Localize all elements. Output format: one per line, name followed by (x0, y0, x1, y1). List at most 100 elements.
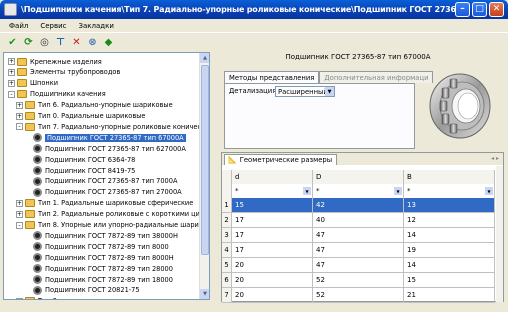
maximize-button[interactable]: □ (472, 2, 487, 17)
chevron-down-icon[interactable]: ▼ (394, 187, 402, 195)
tree-item[interactable]: Подшипник ГОСТ 7872-89 тип 8000Н (24, 252, 174, 263)
table-cell[interactable]: 15 (232, 198, 313, 213)
tree-item[interactable]: Подшипник ГОСТ 27365-87 тип 27000А (24, 187, 182, 198)
binoculars-icon[interactable]: ◎ (38, 36, 51, 49)
tree-item[interactable]: + Тип 6. Радиально-упорные шариковые (16, 100, 173, 111)
shield-icon[interactable]: ◆ (102, 36, 115, 49)
tree-item[interactable]: + Тип 2. Радиальные роликовые с короткими… (16, 209, 200, 220)
collapse-icon[interactable]: - (8, 90, 15, 98)
refresh-icon[interactable]: ⟳ (22, 36, 35, 49)
tree-item[interactable]: Подшипник ГОСТ 27365-87 тип 7000А (24, 176, 177, 187)
table-cell[interactable]: 14 (404, 258, 495, 273)
tab-additional-info[interactable]: Дополнительная информаци (319, 71, 434, 83)
table-cell[interactable]: 40 (313, 213, 404, 228)
menu-service[interactable]: Сервис (34, 22, 72, 30)
tree-item[interactable]: Подшипник ГОСТ 27365-87 тип 67000А (24, 132, 186, 143)
tree-item[interactable]: Подшипник ГОСТ 7872-89 тип 28000 (24, 263, 173, 274)
tree-item-label: Тип 7. Радиально-упорные роликовые конич… (38, 122, 200, 131)
expand-icon[interactable]: + (16, 297, 23, 299)
tab-nav-arrows[interactable]: ◂ ▸ (491, 155, 499, 162)
table-cell[interactable]: 17 (232, 243, 313, 258)
tree-item[interactable]: + Элементы трубопроводов (8, 67, 120, 78)
expand-icon[interactable]: + (8, 58, 15, 65)
table-cell[interactable]: 20 (232, 273, 313, 288)
tree-item[interactable]: Подшипник ГОСТ 27365-87 тип 627000А (24, 143, 186, 154)
chevron-down-icon[interactable]: ▼ (325, 87, 334, 96)
table-cell[interactable]: 20 (232, 258, 313, 273)
menu-bookmarks[interactable]: Закладки (73, 22, 120, 30)
table-cell[interactable]: 19 (404, 243, 495, 258)
column-header-B[interactable]: B (404, 170, 495, 185)
tree-item[interactable]: - Подшипники качения (8, 89, 106, 100)
table-cell[interactable]: 47 (313, 258, 404, 273)
table-cell[interactable]: 17 (232, 213, 313, 228)
table-cell[interactable]: 42 (313, 198, 404, 213)
table-row[interactable]: 5 20 47 14 (222, 258, 503, 273)
expand-icon[interactable]: + (16, 101, 23, 109)
collapse-icon[interactable]: - (16, 123, 23, 131)
filter-cell[interactable]: * ▼ (404, 184, 495, 199)
tree-item-label: Подшипник ГОСТ 7872-89 тип 8000Н (45, 253, 174, 262)
bearing-icon (33, 264, 42, 274)
tree-item[interactable]: Подшипник ГОСТ 7872-89 тип 18000 (24, 274, 173, 285)
expand-icon[interactable]: + (16, 210, 23, 218)
tree-item[interactable]: Подшипник ГОСТ 20821-75 (24, 285, 140, 296)
tree-item[interactable]: Подшипник ГОСТ 7872-89 тип 38000Н (24, 230, 178, 241)
tree-item[interactable]: Подшипник ГОСТ 7872-89 тип 8000 (24, 241, 169, 252)
table-cell[interactable]: 21 (404, 288, 495, 303)
tree-content: + Крепежные изделия + Элементы трубопроводо… (4, 53, 200, 299)
table-cell[interactable]: 20 (232, 288, 313, 303)
bearing-icon[interactable]: ⊗ (86, 36, 99, 49)
detail-select[interactable]: Расширенный ▼ (275, 86, 335, 97)
scroll-down-icon[interactable]: ▼ (200, 289, 209, 299)
filter-cell[interactable]: * ▼ (232, 184, 313, 199)
tree-item[interactable]: - Тип 7. Радиально-упорные роликовые кони… (16, 121, 200, 132)
table-row[interactable]: 7 20 52 21 (222, 288, 503, 303)
table-cell[interactable]: 13 (404, 198, 495, 213)
menu-file[interactable]: Файл (3, 22, 34, 30)
close-button[interactable]: ✕ (489, 2, 504, 17)
table-cell[interactable]: 15 (404, 273, 495, 288)
tree-item[interactable]: Подшипник ГОСТ 8419-75 (24, 165, 135, 176)
scroll-up-icon[interactable]: ▲ (200, 53, 209, 63)
table-cell[interactable]: 52 (313, 273, 404, 288)
tab-representation-methods[interactable]: Методы представления (224, 71, 320, 83)
tree-item[interactable]: + Крепежные изделия (8, 56, 102, 67)
expand-icon[interactable]: + (16, 199, 23, 207)
table-row[interactable]: 4 17 47 19 (222, 243, 503, 258)
column-header-D[interactable]: D (313, 170, 404, 185)
tree-item[interactable]: + Шпонки (8, 78, 58, 89)
delete-icon[interactable]: ✕ (70, 36, 83, 49)
table-cell[interactable]: 52 (313, 288, 404, 303)
expand-icon[interactable]: + (16, 112, 23, 120)
table-row[interactable]: 2 17 40 12 (222, 213, 503, 228)
tree-item[interactable]: - Тип 8. Упорные или упорно-радиальные ша… (16, 220, 200, 231)
table-cell[interactable]: 12 (404, 213, 495, 228)
checkmark-icon[interactable]: ✔ (6, 36, 19, 49)
tree-item[interactable]: + Тип 1. Радиальные шариковые сферические (16, 198, 193, 209)
filter-cell[interactable]: * ▼ (313, 184, 404, 199)
column-header-d[interactable]: d (232, 170, 313, 185)
tree-item[interactable]: Подшипник ГОСТ 6364-78 (24, 154, 135, 165)
tree-item[interactable]: + Тип 0. Радиальные шариковые (16, 111, 146, 122)
table-scrollbar[interactable] (496, 166, 503, 302)
table-cell[interactable]: 17 (232, 228, 313, 243)
tree-scrollbar[interactable]: ▲ ▼ (199, 53, 209, 299)
chevron-down-icon[interactable]: ▼ (485, 187, 493, 195)
table-row[interactable]: 3 17 47 14 (222, 228, 503, 243)
tree-item[interactable]: + Тип 3... (16, 296, 63, 299)
expand-icon[interactable]: + (8, 68, 15, 76)
chevron-down-icon[interactable]: ▼ (303, 187, 311, 195)
catalog-tree[interactable]: + Крепежные изделия + Элементы трубопроводо… (3, 52, 210, 300)
minimize-button[interactable]: – (455, 2, 470, 17)
table-cell[interactable]: 47 (313, 228, 404, 243)
tab-geometry[interactable]: 📐 Геометрические размеры (224, 154, 338, 165)
table-row[interactable]: 1 15 42 13 (222, 198, 503, 213)
scroll-thumb[interactable] (201, 65, 209, 255)
table-row[interactable]: 6 20 52 15 (222, 273, 503, 288)
table-cell[interactable]: 14 (404, 228, 495, 243)
table-cell[interactable]: 47 (313, 243, 404, 258)
filter-icon[interactable]: ⊤ (54, 36, 67, 49)
expand-icon[interactable]: + (8, 79, 15, 87)
collapse-icon[interactable]: - (16, 221, 23, 229)
